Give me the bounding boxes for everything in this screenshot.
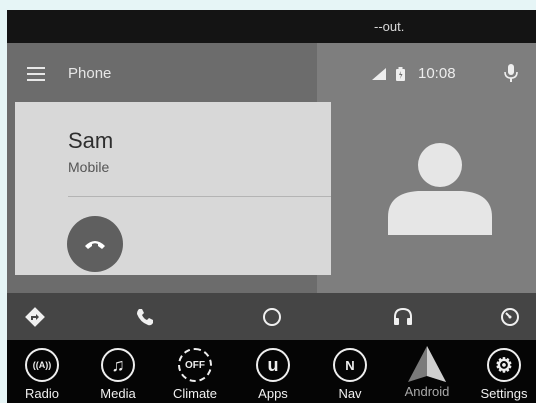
media-label: Media <box>100 386 136 401</box>
compass-icon: N <box>333 348 367 382</box>
status-strip: --out. <box>7 10 536 43</box>
gear-icon: ⚙ <box>487 348 521 382</box>
menu-icon[interactable] <box>27 67 45 81</box>
android-label: Android <box>404 384 450 399</box>
battery-icon <box>396 67 405 81</box>
nav-label: Nav <box>338 386 362 401</box>
settings-label: Settings <box>480 386 528 401</box>
home-icon[interactable] <box>259 304 285 330</box>
card-divider <box>68 196 331 197</box>
app-title: Phone <box>68 65 112 82</box>
radio-icon: ((A)) <box>25 348 59 382</box>
apps-label: Apps <box>258 386 288 401</box>
app-bar: Phone 10:08 <box>7 43 536 103</box>
navigation-icon[interactable] <box>22 304 48 330</box>
caller-name: Sam <box>68 128 114 153</box>
android-auto-nav-bar <box>7 293 536 340</box>
head-unit-screen: --out. Phone 10:08 Sam Mobile ((A)) Radi… <box>7 10 536 403</box>
settings-button[interactable]: ⚙ Settings <box>474 346 534 403</box>
android-auto-icon <box>408 346 446 382</box>
radio-label: Radio <box>25 386 59 401</box>
media-button[interactable]: ♫ Media <box>88 346 148 403</box>
headphones-icon[interactable] <box>390 304 416 330</box>
uconnect-bottom-bar: ((A)) Radio ♫ Media OFF Climate u Apps N… <box>7 340 536 403</box>
contact-avatar-icon <box>388 143 492 235</box>
climate-off-icon: OFF <box>178 348 212 382</box>
end-call-button[interactable] <box>67 216 123 272</box>
call-card: Sam Mobile <box>15 102 331 275</box>
climate-label: Climate <box>172 386 218 401</box>
radio-button[interactable]: ((A)) Radio <box>12 346 72 403</box>
clock: 10:08 <box>418 65 456 82</box>
microphone-icon[interactable] <box>504 64 518 82</box>
android-auto-button[interactable]: Android <box>397 346 457 403</box>
android-auto-area: Phone 10:08 Sam Mobile <box>7 43 536 293</box>
nav-button[interactable]: N Nav <box>320 346 380 403</box>
apps-button[interactable]: u Apps <box>243 346 303 403</box>
music-note-icon: ♫ <box>101 348 135 382</box>
car-overview-icon[interactable] <box>497 304 523 330</box>
caller-type: Mobile <box>68 159 110 175</box>
signal-icon <box>372 68 386 80</box>
top-message: --out. <box>374 19 405 34</box>
apps-icon: u <box>256 348 290 382</box>
phone-icon[interactable] <box>132 304 158 330</box>
climate-button[interactable]: OFF Climate <box>165 346 225 403</box>
phone-hangup-icon <box>85 241 105 249</box>
